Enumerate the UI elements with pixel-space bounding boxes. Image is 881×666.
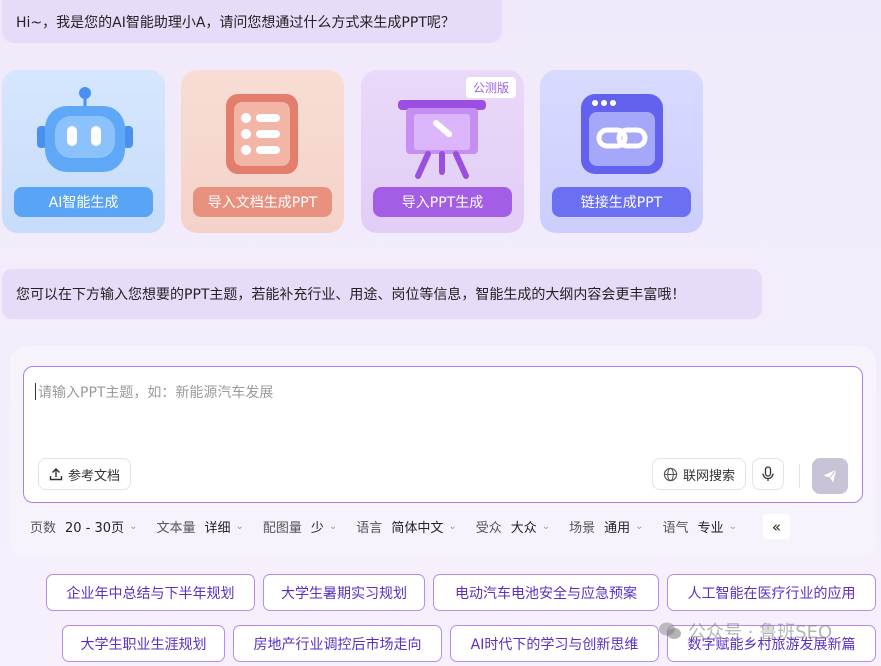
mode-card-import-doc[interactable]: 导入文档生成PPT	[181, 70, 344, 233]
presentation-board-icon	[398, 100, 486, 179]
option-key: 语言	[356, 520, 383, 536]
generation-options: 页数 20 - 30页 ⌄ 文本量 详细 ⌄ 配图量 少 ⌄ 语言 简体中文 ⌄…	[30, 514, 756, 538]
chevron-down-icon: ⌄	[728, 520, 737, 532]
suggestion-chip[interactable]: 人工智能在医疗行业的应用	[667, 574, 876, 611]
send-button[interactable]	[812, 458, 848, 494]
option-image-amount[interactable]: 配图量 少 ⌄	[263, 517, 337, 536]
reference-doc-button[interactable]: 参考文档	[38, 458, 132, 490]
web-search-label: 联网搜索	[683, 468, 736, 484]
watermark: 公众号 · 鲁班SEO	[658, 618, 832, 644]
option-pages[interactable]: 页数 20 - 30页 ⌄	[30, 517, 137, 536]
option-value: 通用	[604, 520, 631, 536]
chevron-down-icon: ⌄	[635, 520, 644, 532]
option-value: 简体中文	[391, 520, 444, 536]
suggestion-chip[interactable]: AI时代下的学习与创新思维	[450, 625, 659, 662]
globe-icon	[663, 467, 678, 481]
suggestion-chip[interactable]: 企业年中总结与下半年规划	[46, 574, 255, 611]
topic-input-placeholder: 请输入PPT主题，如：新能源汽车发展	[34, 382, 273, 402]
option-key: 语气	[662, 520, 689, 536]
microphone-icon	[762, 466, 774, 481]
toolbar-divider	[799, 464, 800, 488]
suggestion-chip[interactable]: 大学生暑期实习规划	[263, 574, 425, 611]
chevron-down-icon: ⌄	[448, 520, 457, 532]
option-key: 页数	[30, 520, 57, 536]
chevron-down-icon: ⌄	[235, 520, 244, 532]
hint-text: 您可以在下方输入您想要的PPT主题，若能补充行业、用途、岗位等信息，智能生成的大…	[16, 287, 686, 303]
option-value: 少	[310, 520, 324, 536]
option-tone[interactable]: 语气 专业 ⌄	[663, 517, 737, 536]
mode-card-ai[interactable]: AI智能生成	[2, 70, 165, 233]
chevron-down-icon: ⌄	[541, 520, 551, 532]
greeting-text: Hi~，我是您的AI智能助理小A，请问您想通过什么方式来生成PPT呢？	[16, 14, 455, 31]
upload-icon	[49, 468, 63, 481]
reference-doc-label: 参考文档	[68, 468, 121, 484]
option-value: 20 - 30页	[65, 520, 125, 536]
mode-label-ai: AI智能生成	[14, 187, 153, 217]
option-value: 大众	[510, 520, 537, 536]
suggestion-chip[interactable]: 大学生职业生涯规划	[62, 625, 225, 662]
option-audience[interactable]: 受众 大众 ⌄	[476, 517, 550, 536]
option-language[interactable]: 语言 简体中文 ⌄	[356, 517, 456, 536]
link-icon	[581, 94, 663, 174]
mode-card-import-ppt[interactable]: 公测版 导入PPT生成	[361, 70, 524, 233]
topic-input[interactable]: 请输入PPT主题，如：新能源汽车发展 参考文档 联网搜索	[23, 366, 863, 503]
robot-icon	[37, 87, 133, 172]
collapse-options-button[interactable]: «	[763, 514, 790, 539]
option-key: 配图量	[262, 520, 302, 536]
hint-bubble: 您可以在下方输入您想要的PPT主题，若能补充行业、用途、岗位等信息，智能生成的大…	[2, 269, 762, 319]
option-value: 专业	[697, 520, 724, 536]
voice-input-button[interactable]	[752, 458, 784, 490]
mode-card-link[interactable]: 链接生成PPT	[540, 70, 703, 233]
suggestion-chip[interactable]: 房地产行业调控后市场走向	[233, 625, 442, 662]
chevron-down-icon: ⌄	[129, 520, 138, 532]
option-scene[interactable]: 场景 通用 ⌄	[569, 517, 643, 536]
watermark-text: 公众号 · 鲁班SEO	[688, 622, 833, 643]
web-search-button[interactable]: 联网搜索	[652, 458, 747, 490]
document-list-icon	[226, 94, 298, 174]
option-value: 详细	[204, 520, 231, 536]
option-key: 受众	[475, 520, 502, 536]
send-icon	[823, 469, 837, 483]
greeting-bubble: Hi~，我是您的AI智能助理小A，请问您想通过什么方式来生成PPT呢？	[2, 0, 502, 43]
suggestion-chip[interactable]: 电动汽车电池安全与应急预案	[433, 574, 659, 611]
mode-label-link: 链接生成PPT	[552, 187, 691, 217]
mode-label-import-doc: 导入文档生成PPT	[193, 187, 332, 217]
option-text-amount[interactable]: 文本量 详细 ⌄	[156, 517, 243, 536]
option-key: 文本量	[156, 520, 196, 536]
mode-label-import-ppt: 导入PPT生成	[373, 187, 512, 217]
chevron-down-icon: ⌄	[328, 520, 338, 532]
wechat-icon	[659, 622, 681, 639]
option-key: 场景	[569, 520, 596, 536]
